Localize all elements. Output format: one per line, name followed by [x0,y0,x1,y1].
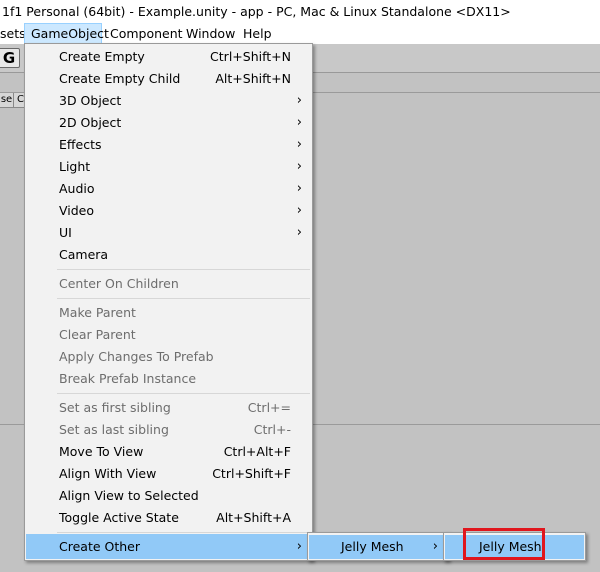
create-other-submenu: Jelly Mesh › [307,532,449,561]
menu-item-label: Jelly Mesh [479,539,542,554]
menu-item-label: Audio [59,181,95,196]
chevron-right-icon: › [296,225,302,240]
menu-item-make-parent: Make Parent [26,302,311,324]
menu-separator [57,298,310,299]
menu-item-shortcut: Alt+Shift+A [216,510,291,525]
menu-item-label: Align With View [59,466,157,481]
menu-item-label: UI [59,225,72,240]
menu-component[interactable]: Component [104,23,189,44]
submenu-item-jelly-mesh-create[interactable]: Jelly Mesh [445,535,584,559]
menu-item-shortcut: Ctrl+Shift+N [210,49,291,64]
chevron-right-icon: › [432,539,438,554]
menu-item-label: Video [59,203,95,218]
menu-item-2d-object[interactable]: 2D Object › [26,112,311,134]
menu-item-label: Set as last sibling [59,422,169,437]
menu-item-label: 2D Object [59,115,122,130]
menu-item-create-empty[interactable]: Create Empty Ctrl+Shift+N [26,46,311,68]
chevron-right-icon: › [296,203,302,218]
gameobject-menu: Create Empty Ctrl+Shift+N Create Empty C… [24,43,313,561]
panel-tab[interactable]: se [0,93,14,107]
menu-item-audio[interactable]: Audio › [26,178,311,200]
chevron-right-icon: › [296,137,302,152]
window-title: 1f1 Personal (64bit) - Example.unity - a… [2,4,511,19]
chevron-right-icon: › [296,181,302,196]
menu-item-create-other[interactable]: Create Other › [26,534,311,559]
menu-item-clear-parent: Clear Parent [26,324,311,346]
menu-item-shortcut: Ctrl+= [247,400,291,415]
menu-item-label: Make Parent [59,305,136,320]
menu-item-video[interactable]: Video › [26,200,311,222]
menu-separator [57,532,310,533]
chevron-right-icon: › [296,159,302,174]
menu-item-align-with-view[interactable]: Align With View Ctrl+Shift+F [26,463,311,485]
menu-item-move-to-view[interactable]: Move To View Ctrl+Alt+F [26,441,311,463]
menu-item-label: Light [59,159,91,174]
menu-item-label: Center On Children [59,276,179,291]
menu-item-shortcut: Ctrl+Alt+F [223,444,291,459]
menu-help[interactable]: Help [237,23,278,44]
menu-item-set-last-sibling: Set as last sibling Ctrl+- [26,419,311,441]
menu-item-label: Create Empty Child [59,71,181,86]
menu-item-label: Clear Parent [59,327,136,342]
menu-item-label: 3D Object [59,93,122,108]
menu-item-label: Move To View [59,444,144,459]
menu-item-label: Break Prefab Instance [59,371,197,386]
menu-item-label: Align View to Selected [59,488,199,503]
menu-item-shortcut: Alt+Shift+N [215,71,291,86]
menu-item-break-prefab-instance: Break Prefab Instance [26,368,311,390]
menu-separator [57,393,310,394]
menu-item-label: Jelly Mesh [341,539,404,554]
chevron-right-icon: › [296,115,302,130]
menu-item-apply-changes-to-prefab: Apply Changes To Prefab [26,346,311,368]
menu-bar: sets GameObject Component Window Help [0,23,600,44]
menu-item-shortcut: Ctrl+Shift+F [212,466,291,481]
menu-item-label: Toggle Active State [59,510,179,525]
chevron-right-icon: › [296,93,302,108]
menu-item-label: Apply Changes To Prefab [59,349,214,364]
menu-item-ui[interactable]: UI › [26,222,311,244]
menu-window[interactable]: Window [180,23,241,44]
menu-item-center-on-children: Center On Children [26,273,311,295]
menu-item-shortcut: Ctrl+- [253,422,291,437]
menu-item-create-empty-child[interactable]: Create Empty Child Alt+Shift+N [26,68,311,90]
chevron-right-icon: › [296,539,302,554]
toolbar-button[interactable]: G [0,48,20,68]
menu-item-effects[interactable]: Effects › [26,134,311,156]
menu-item-label: Create Other [59,539,140,554]
menu-item-3d-object[interactable]: 3D Object › [26,90,311,112]
jelly-mesh-submenu: Jelly Mesh [443,532,586,561]
menu-item-label: Camera [59,247,109,262]
menu-item-set-first-sibling: Set as first sibling Ctrl+= [26,397,311,419]
menu-item-label: Set as first sibling [59,400,171,415]
submenu-item-jelly-mesh[interactable]: Jelly Mesh › [309,535,447,559]
menu-item-toggle-active-state[interactable]: Toggle Active State Alt+Shift+A [26,507,311,529]
menu-gameobject[interactable]: GameObject [24,23,109,44]
menu-item-label: Create Empty [59,49,145,64]
menu-item-light[interactable]: Light › [26,156,311,178]
menu-separator [57,269,310,270]
menu-item-camera[interactable]: Camera [26,244,311,266]
window-title-bar: 1f1 Personal (64bit) - Example.unity - a… [0,0,600,23]
menu-item-label: Effects [59,137,102,152]
menu-item-align-view-to-selected[interactable]: Align View to Selected [26,485,311,507]
